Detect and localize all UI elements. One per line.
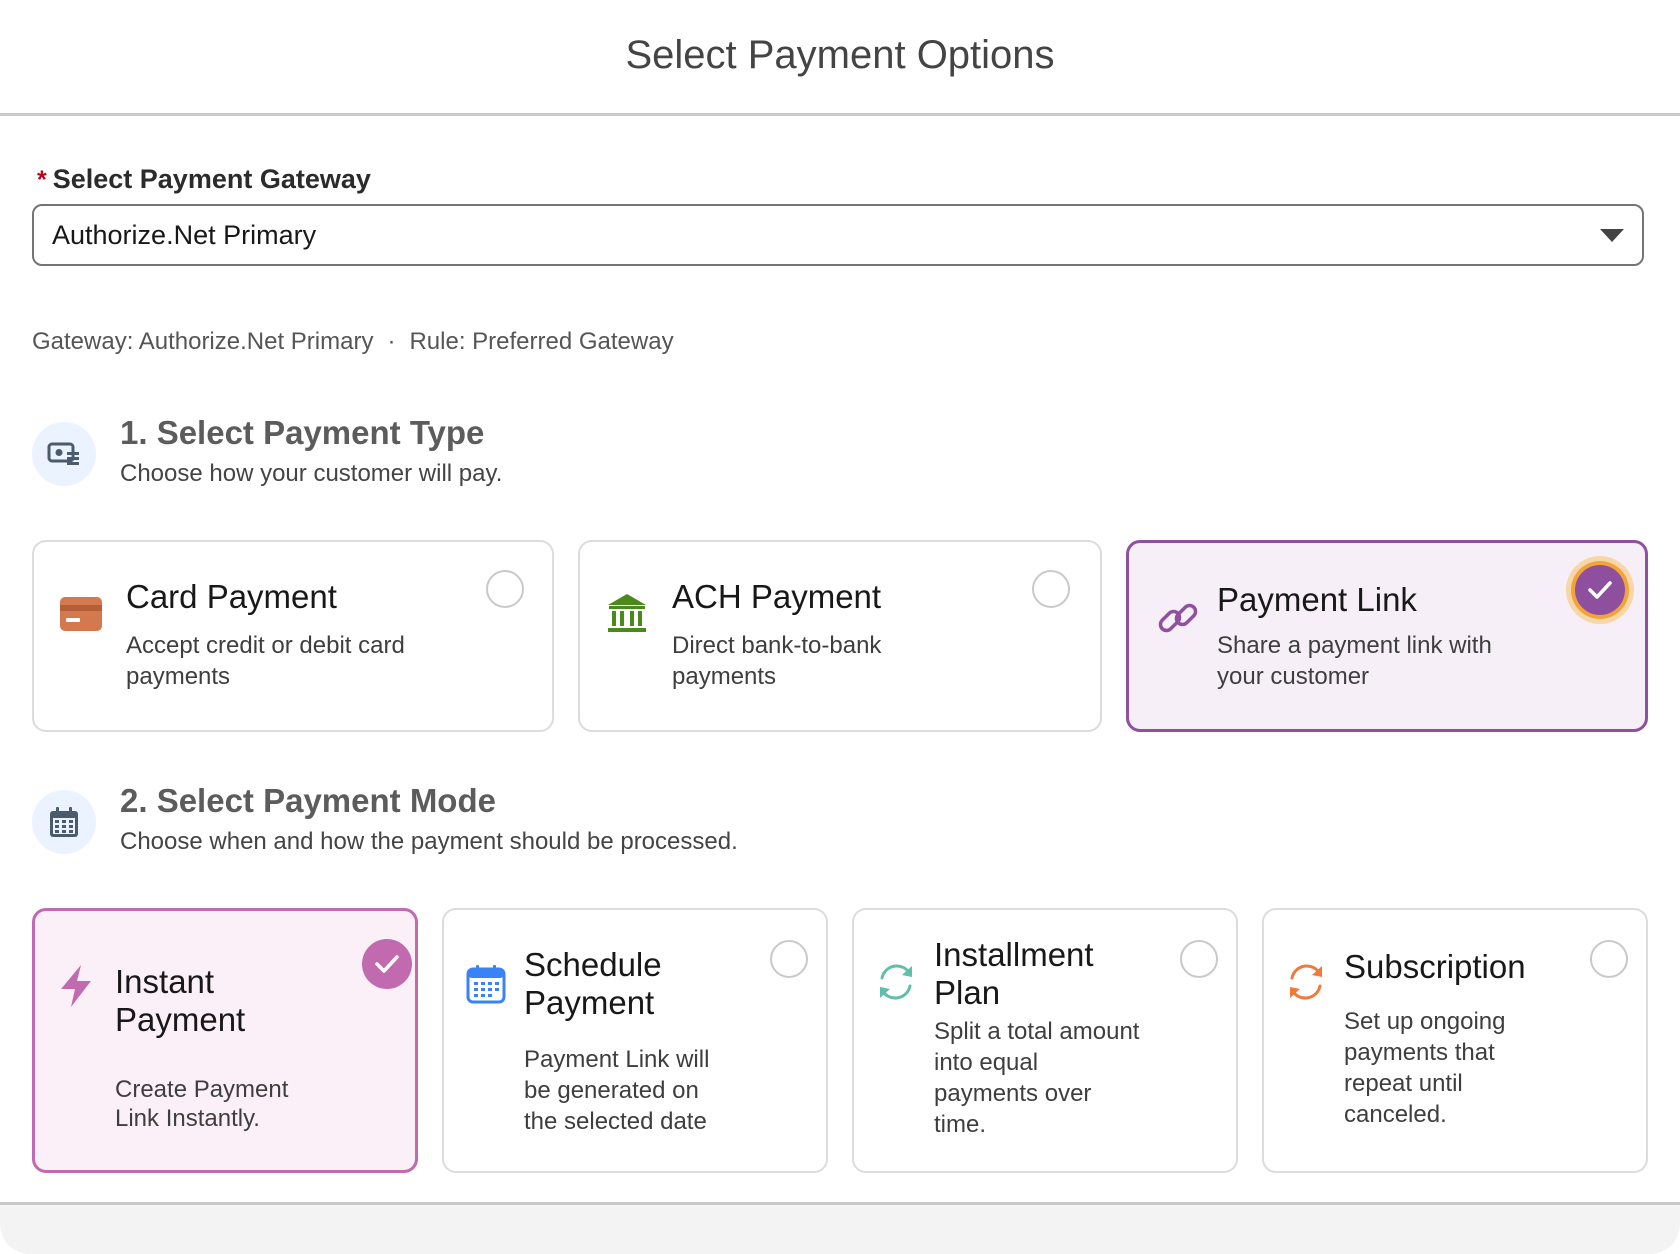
installment-plan-desc-line: time. [934,1111,987,1138]
schedule-payment-desc-line: the selected date [524,1108,707,1135]
payment-link-title: Payment Link [1217,581,1417,618]
subscription-desc-line: payments that [1344,1039,1495,1066]
payment-mode-subscription[interactable]: Subscription Set up ongoing payments tha… [1262,908,1648,1173]
payment-type-subtitle: Choose how your customer will pay. [120,460,503,487]
gateway-select[interactable]: Authorize.Net Primary [32,204,1644,266]
card-payment-radio[interactable] [486,570,524,608]
card-payment-desc: Accept credit or debit card payments [126,630,405,692]
payment-type-title: 1. Select Payment Type [120,414,485,451]
installment-plan-desc-line: into equal [934,1049,1039,1076]
instant-payment-title-line: Payment [115,1001,246,1038]
installment-plan-desc-line: payments over [934,1080,1092,1107]
subscription-title: Subscription [1344,948,1526,986]
gateway-label-text: Select Payment Gateway [52,164,371,194]
schedule-payment-desc: Payment Link will be generated on the se… [524,1044,709,1137]
payment-mode-instant[interactable]: Instant Payment Create Payment Link Inst… [32,908,418,1173]
payment-mode-subtitle: Choose when and how the payment should b… [120,828,738,855]
subscription-radio[interactable] [1590,940,1628,978]
link-icon [1155,595,1201,646]
instant-payment-check[interactable] [362,939,412,989]
ach-payment-desc-line: Direct bank-to-bank [672,632,882,659]
installment-plan-title: Installment Plan [934,936,1094,1012]
check-icon [1588,581,1612,599]
subscription-title-line: Subscription [1344,948,1526,985]
payment-link-check[interactable] [1575,565,1625,615]
payment-type-card[interactable]: Card Payment Accept credit or debit card… [32,540,554,732]
payment-type-ach[interactable]: ACH Payment Direct bank-to-bank payments [578,540,1102,732]
installment-plan-title-line: Installment [934,936,1094,973]
schedule-payment-radio[interactable] [770,940,808,978]
instant-payment-title: Instant Payment [115,963,245,1039]
credit-card-icon [60,597,102,636]
installment-plan-desc-line: Split a total amount [934,1018,1140,1045]
subscription-desc-line: canceled. [1344,1101,1447,1128]
ach-payment-radio[interactable] [1032,570,1070,608]
modal-header: Select Payment Options [0,0,1680,116]
recurring-icon [1284,960,1328,1009]
chevron-down-icon [1600,229,1624,242]
schedule-payment-title-line: Schedule [524,946,662,983]
schedule-payment-title: Schedule Payment [524,946,662,1022]
gateway-select-value: Authorize.Net Primary [52,219,317,250]
modal-title: Select Payment Options [625,33,1055,77]
modal-footer [0,1202,1680,1254]
payment-options-modal: Select Payment Options * Select Payment G… [0,0,1680,1254]
installment-plan-title-line: Plan [934,974,1001,1011]
instant-payment-desc-line: Create Payment [115,1076,289,1103]
payment-link-desc-line: Share a payment link with [1217,632,1492,659]
schedule-payment-desc-line: Payment Link will [524,1046,710,1073]
ach-payment-title: ACH Payment [672,578,882,615]
schedule-payment-desc-line: be generated on [524,1077,699,1104]
instant-payment-desc-line: Link Instantly. [115,1105,260,1132]
refresh-icon [874,960,918,1009]
card-payment-desc-line: Accept credit or debit card [126,632,405,659]
payment-link-desc: Share a payment link with your customer [1217,630,1492,692]
card-payment-title: Card Payment [126,578,337,615]
subscription-desc: Set up ongoing payments that repeat unti… [1344,1006,1505,1130]
installment-plan-desc: Split a total amount into equal payments… [934,1016,1139,1140]
instant-payment-title-line: Instant [115,963,215,1000]
payment-mode-schedule[interactable]: Schedule Payment Payment Link will be ge… [442,908,828,1173]
gateway-info: Gateway: Authorize.Net Primary · Rule: Pre… [32,328,674,356]
lightning-icon [57,963,97,1014]
ach-payment-desc: Direct bank-to-bank payments [672,630,881,692]
subscription-desc-line: Set up ongoing [1344,1008,1506,1035]
gateway-label: * Select Payment Gateway [37,164,371,195]
gateway-info-separator: · [387,328,396,355]
subscription-desc-line: repeat until [1344,1070,1463,1097]
cash-icon [32,422,96,486]
payment-mode-title: 2. Select Payment Mode [120,782,496,819]
gateway-info-gateway: Gateway: Authorize.Net Primary [32,328,374,355]
calendar-icon [32,790,96,854]
payment-link-desc-line: your customer [1217,663,1370,690]
card-payment-desc-line: payments [126,663,231,690]
payment-type-link[interactable]: Payment Link Share a payment link with y… [1126,540,1648,732]
calendar-icon [466,964,506,1009]
payment-mode-installment[interactable]: Installment Plan Split a total amount in… [852,908,1238,1173]
payment-mode-header: 2. Select Payment Mode Choose when and h… [32,782,738,856]
instant-payment-desc: Create Payment Link Instantly. [115,1075,288,1133]
check-icon [375,955,399,973]
installment-plan-radio[interactable] [1180,940,1218,978]
ach-payment-desc-line: payments [672,663,777,690]
bank-icon [606,592,648,639]
gateway-info-rule: Rule: Preferred Gateway [409,328,674,355]
required-mark: * [37,166,47,194]
schedule-payment-title-line: Payment [524,984,655,1021]
payment-type-header: 1. Select Payment Type Choose how your c… [32,414,503,488]
